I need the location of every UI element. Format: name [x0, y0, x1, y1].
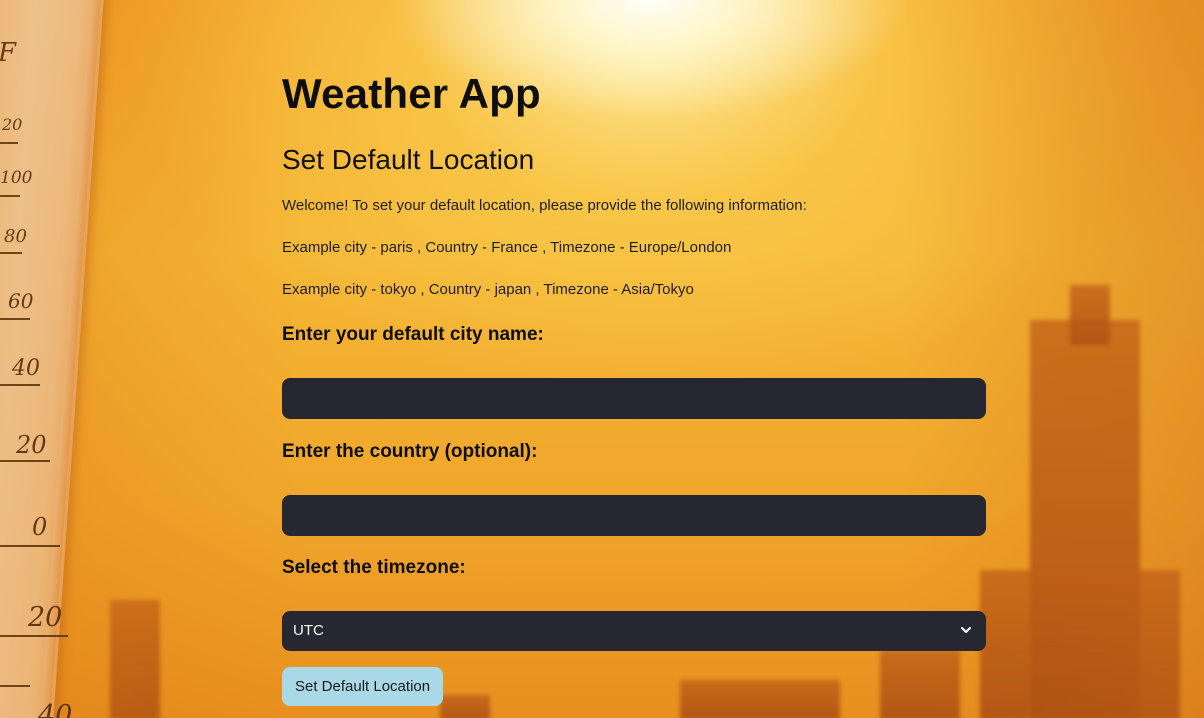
- welcome-text: Welcome! To set your default location, p…: [282, 197, 807, 214]
- city-input[interactable]: [282, 378, 986, 419]
- thermometer-label: 20: [16, 431, 47, 459]
- thermometer-label: 20: [28, 602, 63, 633]
- skyline-building: [980, 570, 1180, 718]
- thermometer-tick: [0, 318, 30, 320]
- thermometer-tick: [0, 635, 68, 637]
- thermometer-label: 40: [38, 700, 73, 718]
- skyline-building: [680, 680, 840, 718]
- thermometer-label: 40: [12, 356, 40, 381]
- thermometer-tick: [0, 252, 22, 254]
- country-input[interactable]: [282, 495, 986, 536]
- skyline-building: [1070, 285, 1110, 345]
- skyline-building: [440, 695, 490, 718]
- thermometer-tick: [0, 195, 20, 197]
- thermometer-label: 80: [4, 226, 27, 247]
- example-text-paris: Example city - paris , Country - France …: [282, 239, 732, 256]
- timezone-select[interactable]: UTC: [282, 611, 986, 651]
- example-text-tokyo: Example city - tokyo , Country - japan ,…: [282, 281, 694, 298]
- country-label: Enter the country (optional):: [282, 441, 538, 462]
- timezone-selected-value: UTC: [293, 622, 324, 639]
- set-default-location-button[interactable]: Set Default Location: [282, 667, 444, 706]
- skyline-building: [1030, 320, 1140, 718]
- thermometer-image: [0, 0, 105, 718]
- thermometer-tick: [0, 142, 18, 144]
- thermometer-label: 60: [8, 289, 34, 313]
- thermometer-tick: [0, 545, 60, 547]
- timezone-label: Select the timezone:: [282, 557, 466, 578]
- thermometer-label: 0: [32, 513, 48, 541]
- thermometer-label: 20: [2, 115, 23, 134]
- thermometer-tick: [0, 460, 50, 462]
- skyline-building: [880, 650, 960, 718]
- section-heading: Set Default Location: [282, 144, 535, 175]
- skyline-building: [110, 600, 160, 718]
- page-title: Weather App: [282, 70, 541, 117]
- chevron-down-icon: [961, 627, 971, 633]
- thermometer-label: 100: [0, 168, 33, 188]
- thermometer-edge: [38, 0, 102, 718]
- thermometer-tick: [0, 685, 30, 687]
- thermometer-tick: [0, 384, 40, 386]
- city-label: Enter your default city name:: [282, 324, 544, 345]
- thermometer-label: F: [0, 38, 16, 68]
